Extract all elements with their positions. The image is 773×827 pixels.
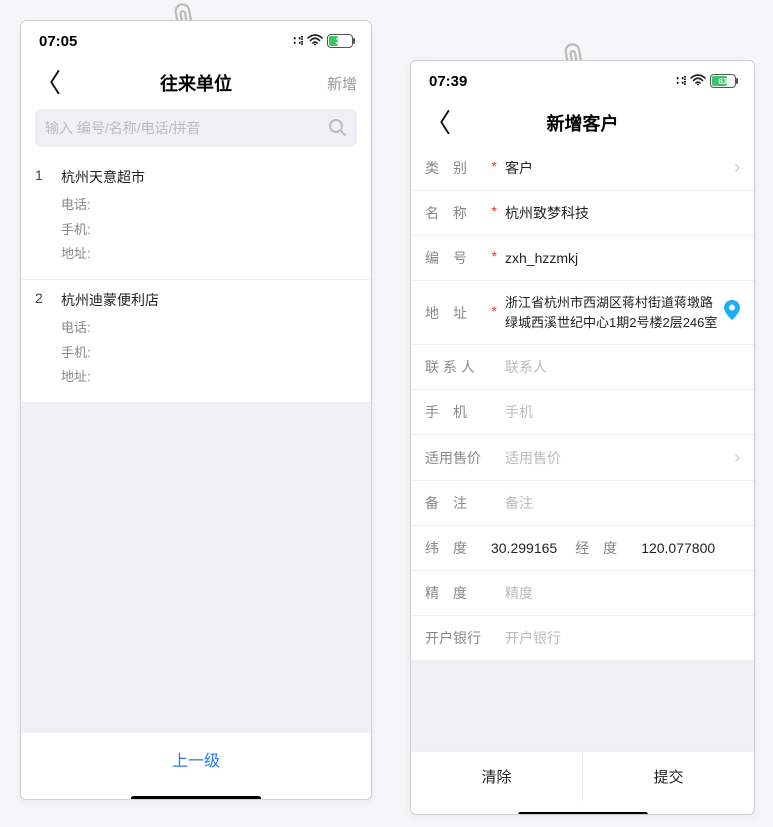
nav-bar: 〈 新增客户 [411, 101, 754, 145]
lon-value: 120.077800 [641, 540, 715, 556]
phone-contacts-list: 07:05 ∷⁞ 37 〈 往来单位 新增 输入 编号/名称/电话/拼音 1 杭… [20, 20, 372, 800]
item-name: 杭州迪蒙便利店 [61, 290, 159, 310]
clear-button[interactable]: 清除 [411, 752, 582, 801]
search-icon [327, 117, 347, 140]
add-button[interactable]: 新增 [327, 73, 357, 94]
field-precision[interactable]: 精 度 精度 [411, 571, 754, 616]
field-price[interactable]: 适用售价 适用售价 › [411, 435, 754, 481]
field-label: 名 称* [425, 203, 497, 223]
field-address[interactable]: 地 址* 浙江省杭州市西湖区蒋村街道蒋墩路绿城西溪世纪中心1期2号楼2层246室 [411, 281, 754, 345]
field-placeholder: 开户银行 [505, 628, 740, 648]
field-placeholder: 备注 [505, 493, 740, 513]
list-item[interactable]: 1 杭州天意超市 电话: 手机: 地址: [21, 157, 371, 280]
wifi-icon [690, 73, 706, 90]
empty-area [411, 661, 754, 751]
item-address-label: 地址: [61, 365, 357, 390]
field-label: 备 注 [425, 493, 497, 513]
field-remark[interactable]: 备 注 备注 [411, 481, 754, 526]
field-placeholder: 适用售价 [505, 448, 734, 468]
home-indicator [411, 801, 754, 815]
field-mobile[interactable]: 手 机 手机 [411, 390, 754, 435]
phone-new-customer-form: 07:39 ∷⁞ 63 〈 新增客户 类 别* 客户 › 名 称* 杭州致梦科技… [410, 60, 755, 815]
field-placeholder: 联系人 [505, 357, 740, 377]
field-name[interactable]: 名 称* 杭州致梦科技 [411, 191, 754, 236]
wifi-icon [307, 33, 323, 50]
status-time: 07:05 [39, 33, 77, 50]
status-time: 07:39 [429, 73, 467, 90]
empty-area [21, 403, 371, 733]
field-value: 浙江省杭州市西湖区蒋村街道蒋墩路绿城西溪世纪中心1期2号楼2层246室 [505, 293, 724, 332]
field-placeholder: 手机 [505, 402, 740, 422]
back-button[interactable]: 〈 [425, 110, 451, 136]
item-tel-label: 电话: [61, 193, 357, 218]
item-address-label: 地址: [61, 242, 357, 267]
item-mobile-label: 手机: [61, 341, 357, 366]
home-indicator [21, 785, 371, 800]
field-label: 编 号* [425, 248, 497, 268]
back-button[interactable]: 〈 [35, 70, 61, 96]
lat-value: 30.299165 [491, 540, 557, 556]
item-index: 1 [35, 167, 47, 187]
signal-icon: ∷⁞ [293, 34, 303, 48]
search-input[interactable]: 输入 编号/名称/电话/拼音 [35, 109, 357, 147]
submit-button[interactable]: 提交 [582, 752, 754, 801]
status-bar: 07:39 ∷⁞ 63 [411, 61, 754, 101]
item-tel-label: 电话: [61, 316, 357, 341]
field-label: 精 度 [425, 583, 497, 603]
up-level-button[interactable]: 上一级 [21, 733, 371, 785]
location-icon[interactable] [724, 300, 740, 325]
field-label: 地 址* [425, 303, 497, 323]
signal-icon: ∷⁞ [676, 74, 686, 88]
field-label: 开户银行 [425, 628, 497, 648]
field-value: 杭州致梦科技 [505, 203, 740, 223]
field-bank[interactable]: 开户银行 开户银行 [411, 616, 754, 661]
field-type[interactable]: 类 别* 客户 › [411, 145, 754, 191]
item-mobile-label: 手机: [61, 218, 357, 243]
lat-label: 纬 度 [425, 538, 481, 558]
lon-label: 经 度 [575, 538, 631, 558]
field-latlon[interactable]: 纬 度 30.299165 经 度 120.077800 [411, 526, 754, 571]
field-value: 客户 [505, 158, 734, 178]
field-placeholder: 精度 [505, 583, 740, 603]
status-bar: 07:05 ∷⁞ 37 [21, 21, 371, 61]
field-code[interactable]: 编 号* zxh_hzzmkj [411, 236, 754, 281]
chevron-right-icon: › [734, 157, 740, 178]
page-title: 往来单位 [21, 70, 371, 96]
battery-icon: 63 [710, 74, 736, 88]
search-placeholder: 输入 编号/名称/电话/拼音 [45, 118, 201, 138]
field-value: zxh_hzzmkj [505, 250, 740, 266]
nav-bar: 〈 往来单位 新增 [21, 61, 371, 105]
chevron-right-icon: › [734, 447, 740, 468]
list-item[interactable]: 2 杭州迪蒙便利店 电话: 手机: 地址: [21, 280, 371, 403]
item-name: 杭州天意超市 [61, 167, 145, 187]
page-title: 新增客户 [411, 110, 754, 136]
item-index: 2 [35, 290, 47, 310]
button-bar: 清除 提交 [411, 751, 754, 801]
field-label: 手 机 [425, 402, 497, 422]
battery-icon: 37 [327, 34, 353, 48]
field-contact[interactable]: 联 系 人 联系人 [411, 345, 754, 390]
field-label: 联 系 人 [425, 357, 497, 377]
field-label: 类 别* [425, 158, 497, 178]
field-label: 适用售价 [425, 448, 497, 468]
